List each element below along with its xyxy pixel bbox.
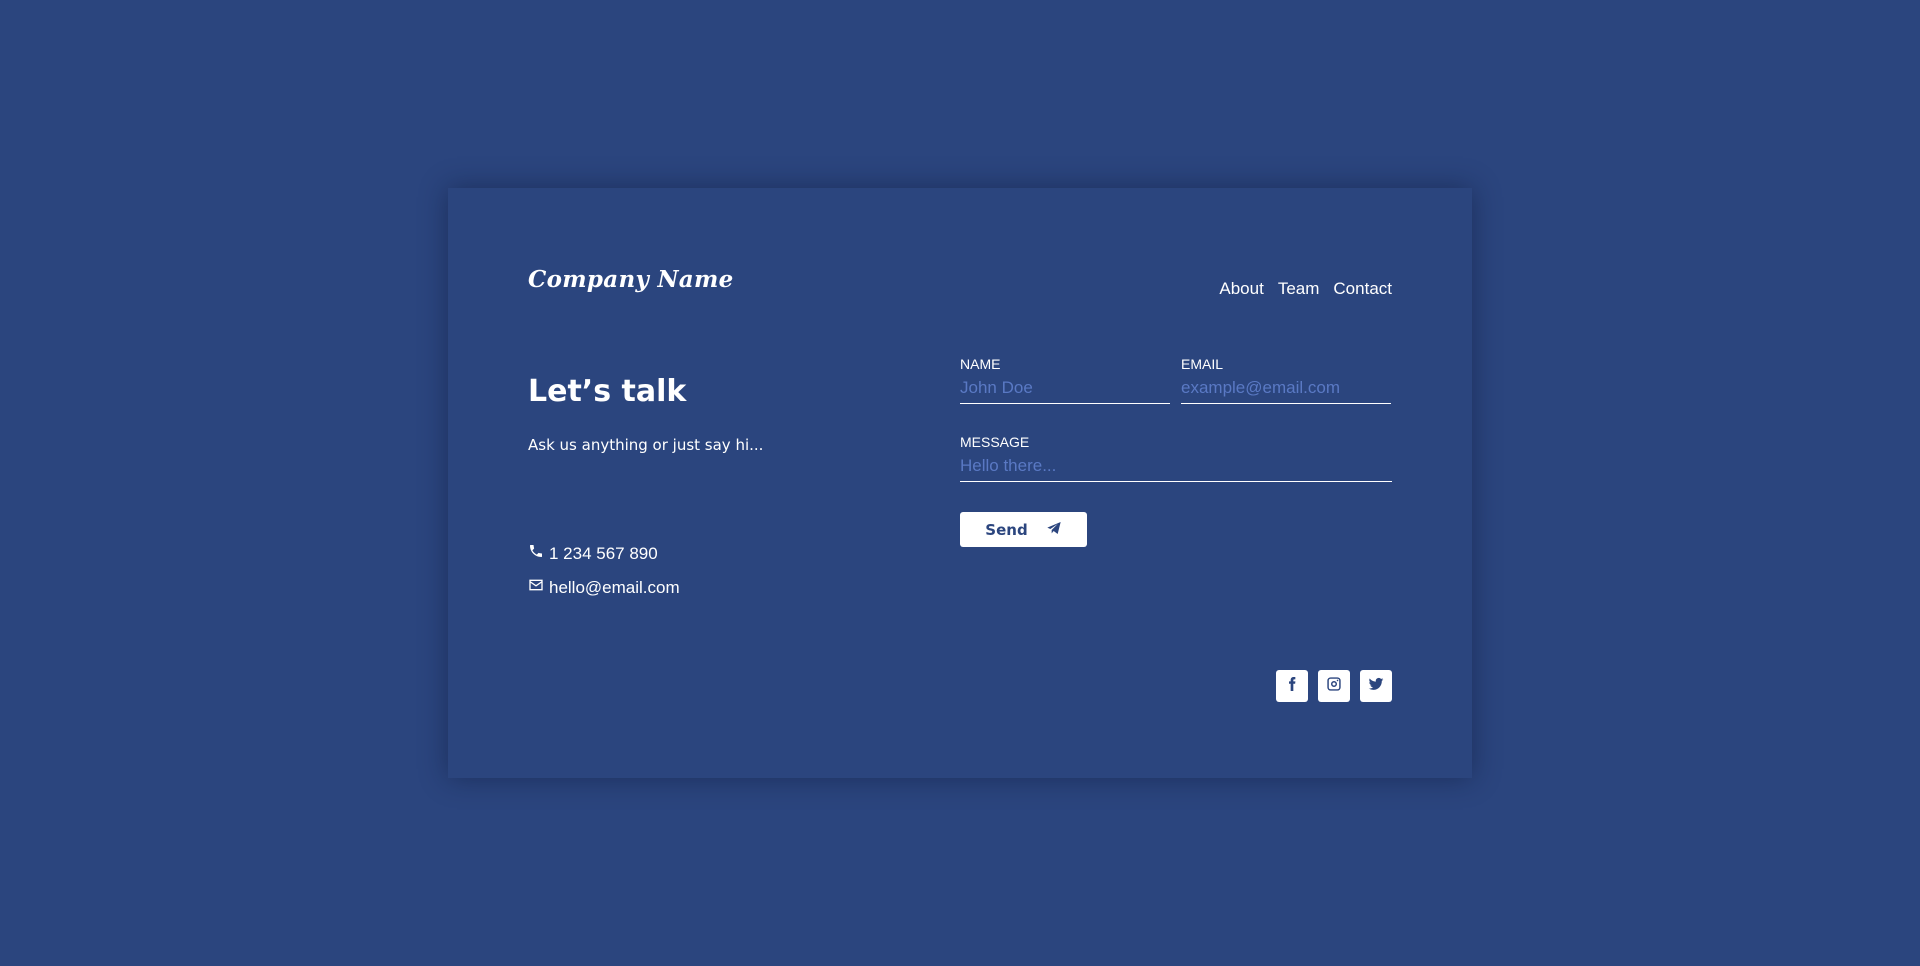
top-nav: About Team Contact — [1219, 279, 1392, 299]
paper-plane-icon — [1046, 520, 1062, 540]
twitter-icon — [1368, 676, 1384, 696]
nav-link-about[interactable]: About — [1219, 279, 1263, 299]
contact-form: NAME EMAIL MESSAGE Send — [960, 356, 1392, 547]
company-logo[interactable]: Company Name — [528, 266, 734, 293]
phone-number[interactable]: 1 234 567 890 — [549, 544, 658, 564]
page-subtitle: Ask us anything or just say hi... — [528, 436, 764, 454]
email-address[interactable]: hello@email.com — [549, 578, 680, 598]
send-button-label: Send — [985, 520, 1028, 539]
social-links — [1276, 670, 1392, 702]
email-line: hello@email.com — [528, 577, 680, 598]
nav-link-team[interactable]: Team — [1278, 279, 1320, 299]
phone-line: 1 234 567 890 — [528, 543, 658, 564]
send-button[interactable]: Send — [960, 512, 1087, 547]
page-title: Let’s talk — [528, 374, 687, 409]
name-input[interactable] — [960, 378, 1170, 404]
email-label: EMAIL — [1181, 356, 1224, 372]
email-field: EMAIL — [1181, 356, 1391, 404]
phone-icon — [528, 543, 544, 564]
message-input[interactable] — [960, 456, 1392, 482]
message-field: MESSAGE — [960, 434, 1392, 482]
instagram-icon — [1326, 676, 1342, 696]
envelope-icon — [528, 577, 544, 598]
instagram-button[interactable] — [1318, 670, 1350, 702]
twitter-button[interactable] — [1360, 670, 1392, 702]
facebook-icon — [1284, 676, 1300, 696]
nav-link-contact[interactable]: Contact — [1333, 279, 1392, 299]
message-label: MESSAGE — [960, 434, 1030, 450]
facebook-button[interactable] — [1276, 670, 1308, 702]
name-field: NAME — [960, 356, 1170, 404]
contact-card: Company Name About Team Contact Let’s ta… — [448, 188, 1472, 778]
name-label: NAME — [960, 356, 1001, 372]
email-input[interactable] — [1181, 378, 1391, 404]
name-email-row: NAME EMAIL — [960, 356, 1392, 404]
